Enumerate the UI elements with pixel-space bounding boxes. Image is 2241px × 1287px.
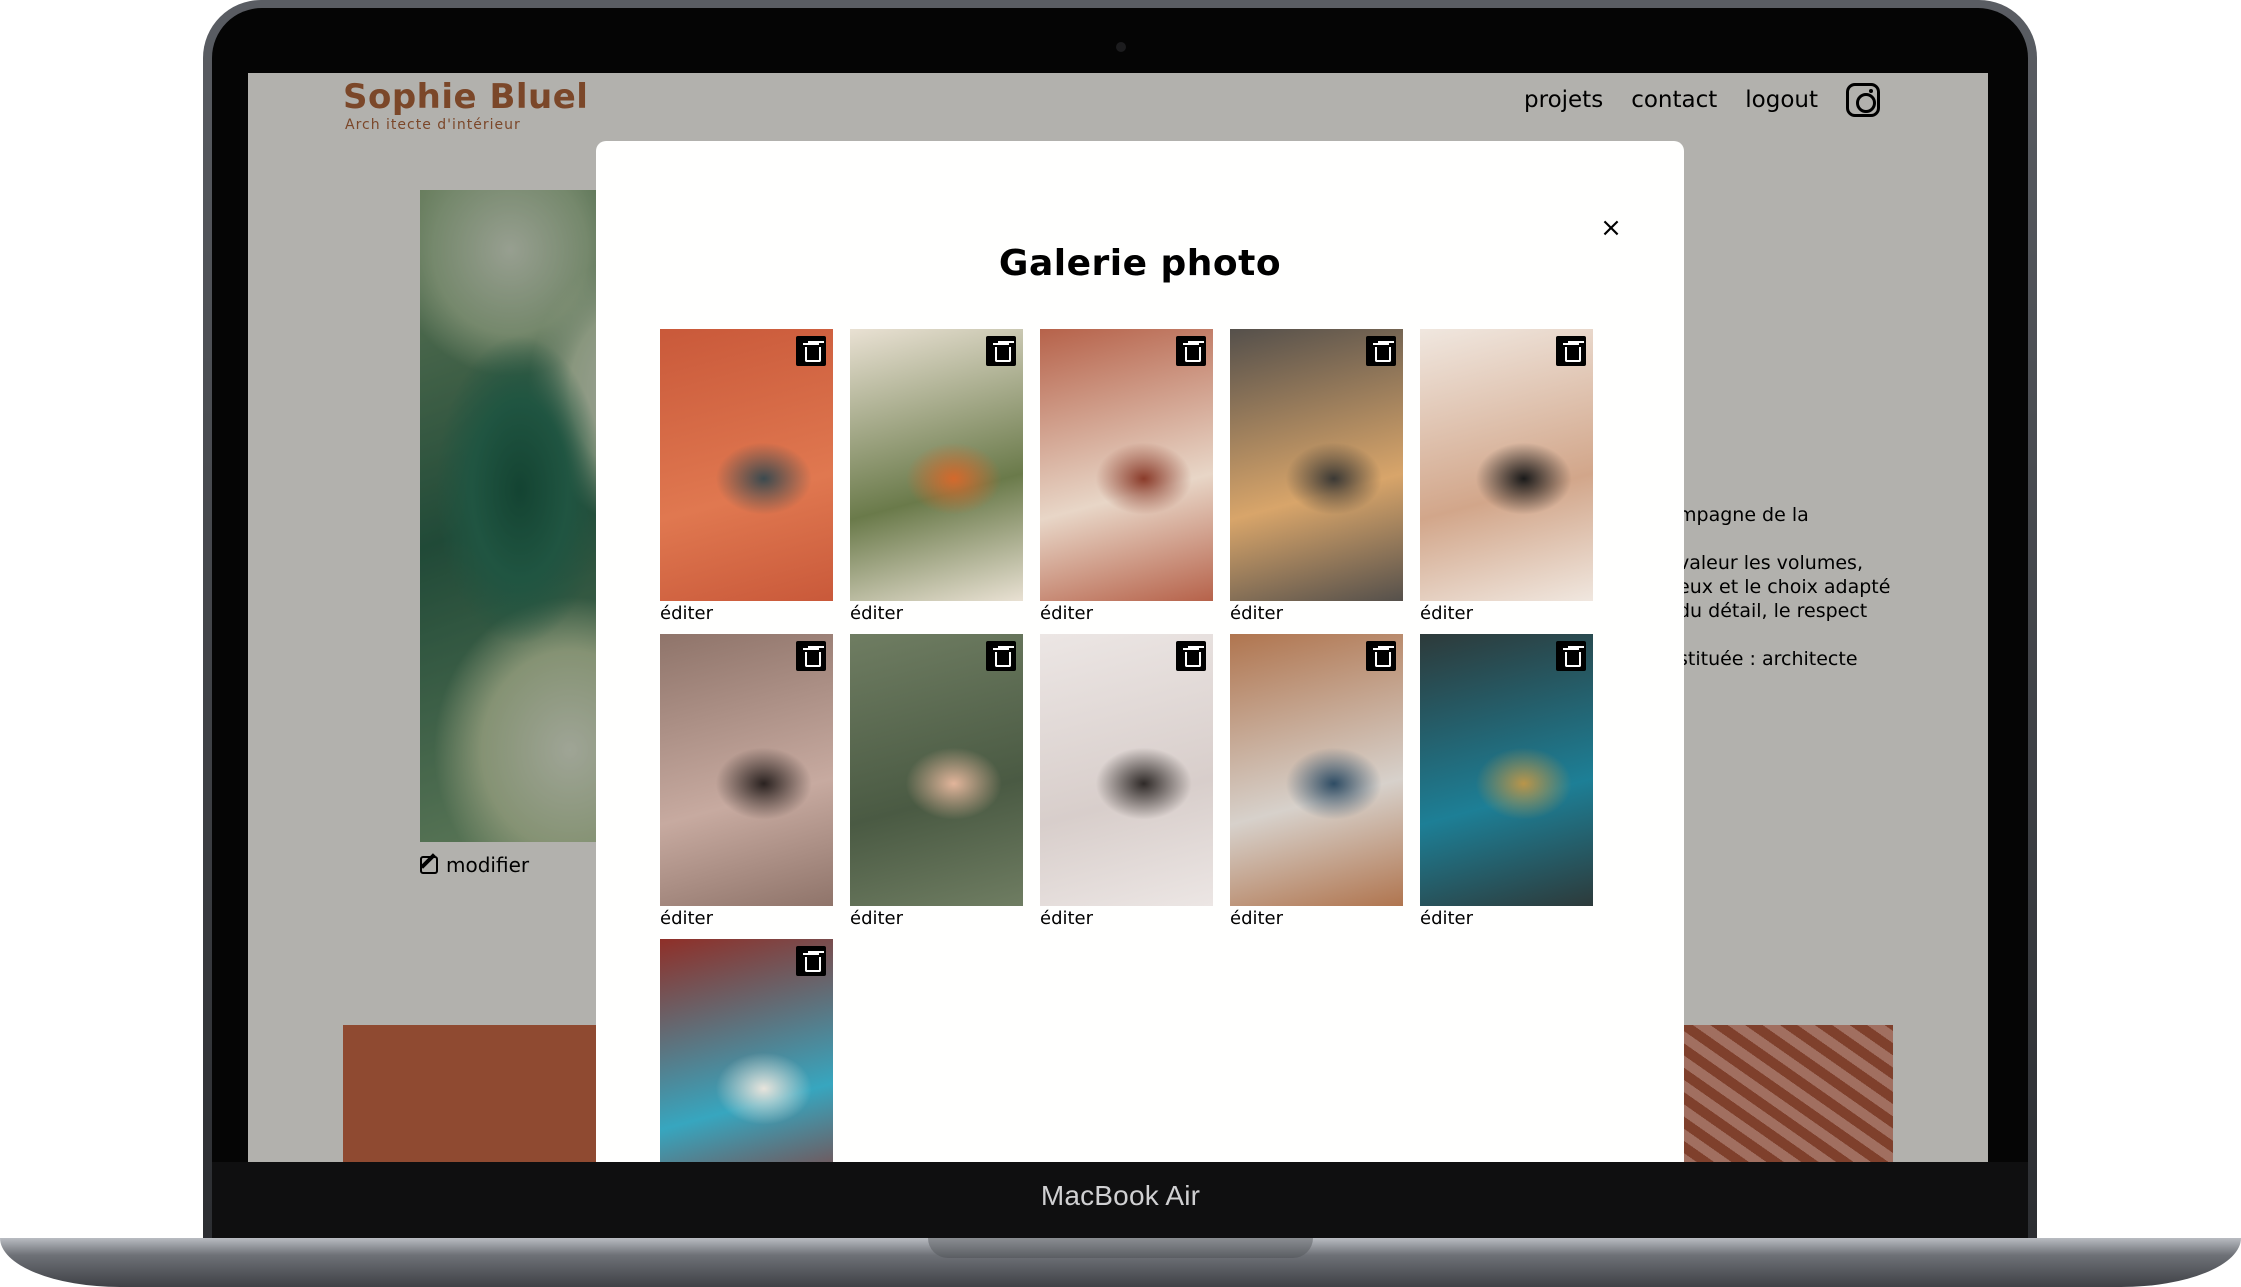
- gallery-item: éditer: [1230, 634, 1403, 930]
- gallery-thumbnail: [1040, 634, 1213, 906]
- device-label: MacBook Air: [1040, 1180, 1201, 1211]
- gallery-item: éditer: [1040, 329, 1213, 625]
- gallery-item: éditer: [1230, 329, 1403, 625]
- camera-icon: [1116, 42, 1126, 52]
- gallery-modal: × Galerie photo éditer éditer éditer éditer…: [596, 141, 1684, 1162]
- gallery-item: éditer: [850, 329, 1023, 625]
- laptop-notch: [928, 1238, 1313, 1258]
- edit-link[interactable]: éditer: [1420, 603, 1593, 625]
- gallery-thumbnail: [850, 634, 1023, 906]
- trash-icon[interactable]: [1366, 641, 1396, 671]
- gallery-thumbnail: [1420, 634, 1593, 906]
- trash-icon[interactable]: [1366, 336, 1396, 366]
- edit-link[interactable]: éditer: [1230, 908, 1403, 930]
- gallery-thumbnail: [850, 329, 1023, 601]
- gallery-thumbnail: [1420, 329, 1593, 601]
- trash-icon[interactable]: [986, 641, 1016, 671]
- modal-title: Galerie photo: [998, 243, 1282, 284]
- edit-link[interactable]: éditer: [1230, 603, 1403, 625]
- edit-link[interactable]: éditer: [660, 603, 833, 625]
- trash-icon[interactable]: [796, 641, 826, 671]
- close-button[interactable]: ×: [1596, 213, 1626, 243]
- edit-link[interactable]: éditer: [1040, 603, 1213, 625]
- trash-icon[interactable]: [986, 336, 1016, 366]
- gallery-item: [660, 939, 833, 1162]
- edit-link[interactable]: éditer: [850, 603, 1023, 625]
- gallery-item: éditer: [660, 329, 833, 625]
- edit-link[interactable]: éditer: [660, 908, 833, 930]
- gallery-item: éditer: [1040, 634, 1213, 930]
- trash-icon[interactable]: [1176, 641, 1206, 671]
- trash-icon[interactable]: [1556, 641, 1586, 671]
- gallery-thumbnail: [1230, 329, 1403, 601]
- trash-icon[interactable]: [796, 946, 826, 976]
- gallery-item: éditer: [1420, 634, 1593, 930]
- gallery-thumbnail: [660, 329, 833, 601]
- trash-icon[interactable]: [1176, 336, 1206, 366]
- gallery-thumbnail: [660, 939, 833, 1162]
- edit-link[interactable]: éditer: [850, 908, 1023, 930]
- gallery-thumbnail: [660, 634, 833, 906]
- edit-link[interactable]: éditer: [1040, 908, 1213, 930]
- gallery-item: éditer: [660, 634, 833, 930]
- gallery-item: éditer: [850, 634, 1023, 930]
- trash-icon[interactable]: [1556, 336, 1586, 366]
- gallery-thumbnail: [1230, 634, 1403, 906]
- trash-icon[interactable]: [796, 336, 826, 366]
- edit-link[interactable]: éditer: [1420, 908, 1593, 930]
- screen: Sophie Bluel Arch itecte d'intérieur pro…: [248, 73, 1988, 1162]
- gallery-thumbnail: [1040, 329, 1213, 601]
- gallery-item: éditer: [1420, 329, 1593, 625]
